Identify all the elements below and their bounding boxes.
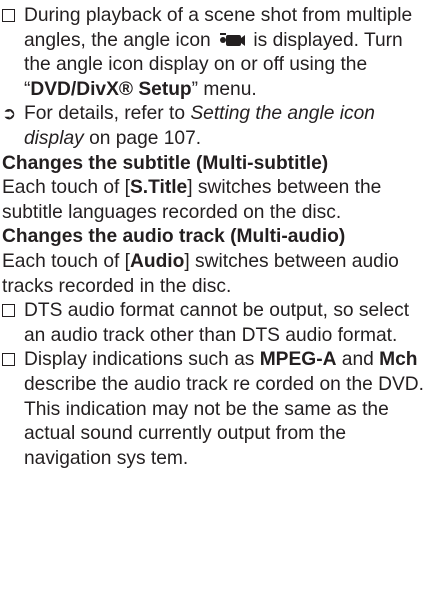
checkbox-square-icon — [2, 304, 15, 318]
subtitle-key: S.Title — [130, 177, 188, 199]
menu-name: DVD/DivX® Setup — [30, 78, 192, 100]
checkbox-square-icon — [2, 353, 15, 367]
manual-page: During playback of a scene shot from mul… — [0, 0, 429, 613]
audio-heading: Changes the audio track (Multi-audio) — [2, 226, 346, 248]
subtitle-heading: Changes the subtitle (Multi-subtitle) — [2, 152, 329, 174]
reference-angle-setting: ➲ For details, refer to Setting the angl… — [2, 102, 425, 151]
note-angle-text-3: ” menu. — [191, 78, 257, 100]
note-display-text-2: and — [336, 349, 380, 371]
reference-suffix: on page 107. — [83, 127, 202, 149]
camera-angle-icon — [220, 32, 246, 46]
audio-text-before: Each touch of [ — [2, 250, 130, 272]
note-dts: DTS audio format cannot be output, so se… — [2, 299, 425, 348]
audio-description: Each touch of [Audio] switches between a… — [2, 250, 425, 299]
note-display-text-1: Display indications such as — [24, 349, 260, 371]
reference-prefix: For details, refer to — [24, 103, 191, 125]
audio-key: Audio — [130, 250, 185, 272]
right-arrow-icon: ➲ — [2, 104, 17, 124]
note-display-text-3: describe the audio track re corded on th… — [24, 373, 424, 469]
checkbox-square-icon — [2, 9, 15, 22]
term-mch: Mch — [379, 349, 418, 371]
subtitle-description: Each touch of [S.Title] switches between… — [2, 176, 425, 225]
note-display-indications: Display indications such as MPEG-A and M… — [2, 348, 425, 471]
note-dts-text: DTS audio format cannot be output, so se… — [24, 300, 410, 346]
subtitle-text-before: Each touch of [ — [2, 177, 130, 199]
term-mpeg-a: MPEG-A — [259, 349, 337, 371]
note-angle-icon: During playback of a scene shot from mul… — [2, 4, 425, 102]
